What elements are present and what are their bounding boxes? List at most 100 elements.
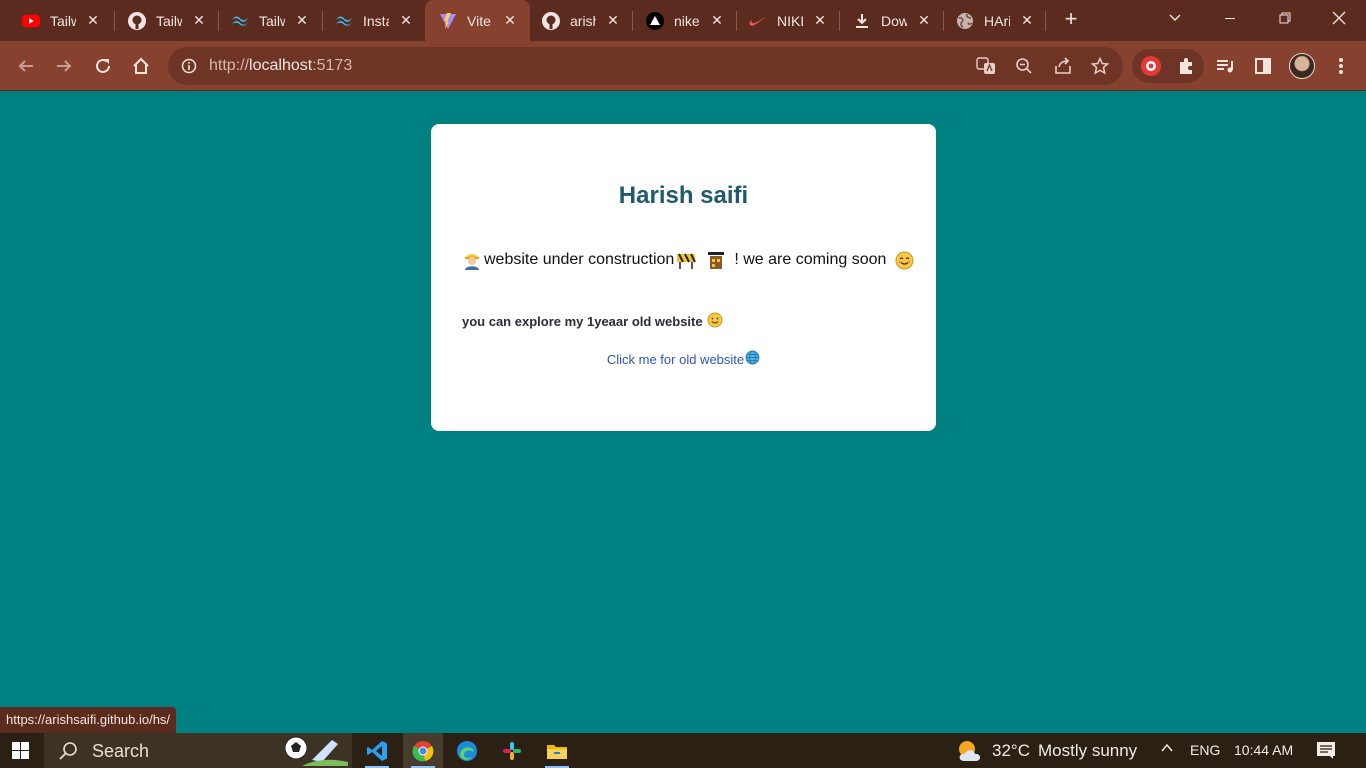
page-title: Harish saifi (618, 182, 749, 209)
taskbar-search-label: Search (92, 741, 150, 761)
tab-5-active[interactable]: Vite ✕ (425, 0, 530, 41)
tab-7[interactable]: nike ✕ (624, 0, 736, 41)
restore-button[interactable] (1258, 0, 1312, 36)
tab-title: Down (881, 12, 907, 29)
taskbar-vscode[interactable] (357, 733, 397, 768)
taskbar-slack[interactable] (492, 733, 532, 768)
partly-sunny-icon (959, 741, 981, 761)
extension-icon[interactable] (1140, 55, 1162, 82)
close-icon[interactable]: ✕ (813, 12, 827, 29)
tray-overflow-button[interactable] (1160, 741, 1174, 758)
taskbar-edge[interactable] (447, 733, 487, 768)
tab-9[interactable]: Down ✕ (831, 0, 943, 41)
close-icon[interactable]: ✕ (295, 12, 309, 29)
star-icon[interactable] (1090, 56, 1110, 80)
tab-title: Vite (467, 12, 491, 29)
tab-strip: Tailwind ✕ Tailwind ✕ Tailwind ✕ Instagr… (0, 0, 1366, 41)
building-construction-icon (706, 250, 726, 270)
zoom-icon[interactable] (1015, 57, 1033, 80)
tab-1[interactable]: Tailwind ✕ (0, 0, 112, 41)
profile-avatar[interactable] (1289, 53, 1315, 79)
url-host: localhost (249, 57, 313, 74)
arrow-left-icon (18, 60, 33, 72)
edge-icon (457, 740, 477, 761)
url-text: http://localhost:5173 (209, 57, 352, 75)
old-website-link-row: Click me for old website (431, 350, 936, 368)
close-icon[interactable]: ✕ (86, 12, 100, 29)
url-scheme: http:// (209, 57, 250, 74)
minimize-button[interactable] (1203, 0, 1257, 36)
side-panel-button[interactable] (1251, 54, 1275, 78)
reload-icon (96, 58, 110, 73)
share-icon[interactable] (1053, 57, 1073, 80)
chevron-down-icon (1169, 14, 1181, 21)
forward-button[interactable] (52, 54, 76, 78)
construction-text: website under construction (484, 251, 675, 268)
close-window-button[interactable] (1312, 0, 1366, 36)
construction-worker-icon (462, 250, 482, 270)
folder-icon (547, 744, 567, 759)
side-panel-icon (1255, 58, 1271, 74)
vscode-icon (367, 740, 387, 761)
coming-soon-text: ! we are coming soon (734, 251, 887, 268)
kebab-menu-icon (1339, 58, 1343, 74)
close-icon[interactable]: ✕ (399, 12, 413, 29)
tab-search-button[interactable] (1148, 0, 1202, 36)
tab-title: NIKE (777, 12, 803, 29)
close-icon[interactable]: ✕ (503, 12, 517, 29)
tab-3[interactable]: Tailwind ✕ (209, 0, 321, 41)
content-card: Harish saifi website under construction … (431, 124, 936, 431)
home-button[interactable] (129, 54, 153, 78)
tab-title: Tailwind (50, 12, 76, 29)
globe-icon (745, 350, 760, 368)
weather-condition: Mostly sunny (1037, 741, 1138, 760)
close-icon[interactable]: ✕ (710, 12, 724, 29)
info-icon[interactable] (181, 58, 197, 79)
restore-icon (1279, 12, 1291, 24)
slack-icon (503, 741, 521, 760)
close-icon (1332, 11, 1346, 25)
tab-2[interactable]: Tailwind ✕ (106, 0, 218, 41)
close-icon[interactable]: ✕ (1020, 12, 1034, 29)
address-bar[interactable]: http://localhost:5173 (168, 47, 1123, 85)
link-status-bubble: https://arishsaifi.github.io/hs/ (0, 707, 177, 733)
new-tab-button[interactable]: + (1060, 8, 1082, 32)
notifications-icon (1317, 742, 1335, 759)
puzzle-icon[interactable] (1177, 57, 1195, 80)
extensions-area (1132, 49, 1204, 83)
old-website-link[interactable]: Click me for old website (607, 350, 760, 368)
windows-taskbar: Search 32°C Mostly sunny ENG 10:44 AM (0, 733, 1366, 768)
tab-title: Tailwind (156, 12, 182, 29)
tab-title: Instagram (363, 12, 389, 29)
vite-icon (439, 12, 457, 30)
slight-smile-icon (707, 312, 723, 331)
weather-temperature: 32°C (992, 741, 1030, 760)
tab-10[interactable]: HArish ✕ (934, 0, 1046, 41)
language-indicator[interactable]: ENG (1190, 742, 1220, 758)
github-icon (542, 11, 560, 30)
notification-center-button[interactable] (1316, 741, 1336, 762)
explore-text: you can explore my 1yeaar old website (462, 314, 703, 329)
menu-button[interactable] (1329, 54, 1353, 78)
media-button[interactable] (1213, 54, 1237, 78)
reload-button[interactable] (91, 54, 115, 78)
taskbar-chrome[interactable] (403, 733, 443, 768)
tab-6[interactable]: arish ✕ (520, 0, 632, 41)
translate-icon[interactable] (976, 57, 996, 80)
explore-text-row: you can explore my 1yeaar old website (462, 312, 723, 331)
url-port: :5173 (312, 57, 353, 74)
close-icon[interactable]: ✕ (606, 12, 620, 29)
close-icon[interactable]: ✕ (917, 12, 931, 29)
tab-title: arish (570, 12, 596, 29)
back-button[interactable] (14, 54, 38, 78)
taskbar-weather[interactable]: 32°C Mostly sunny (956, 739, 1137, 763)
minimize-icon (1225, 18, 1235, 19)
close-icon[interactable]: ✕ (192, 12, 206, 29)
search-highlight-icon (282, 736, 348, 768)
clock-time[interactable]: 10:44 AM (1234, 742, 1293, 758)
start-button[interactable] (12, 742, 29, 759)
tab-8[interactable]: NIKE ✕ (727, 0, 839, 41)
tab-4[interactable]: Instagram ✕ (313, 0, 425, 41)
taskbar-file-explorer[interactable] (537, 733, 577, 768)
taskbar-search-box[interactable]: Search (44, 733, 352, 768)
